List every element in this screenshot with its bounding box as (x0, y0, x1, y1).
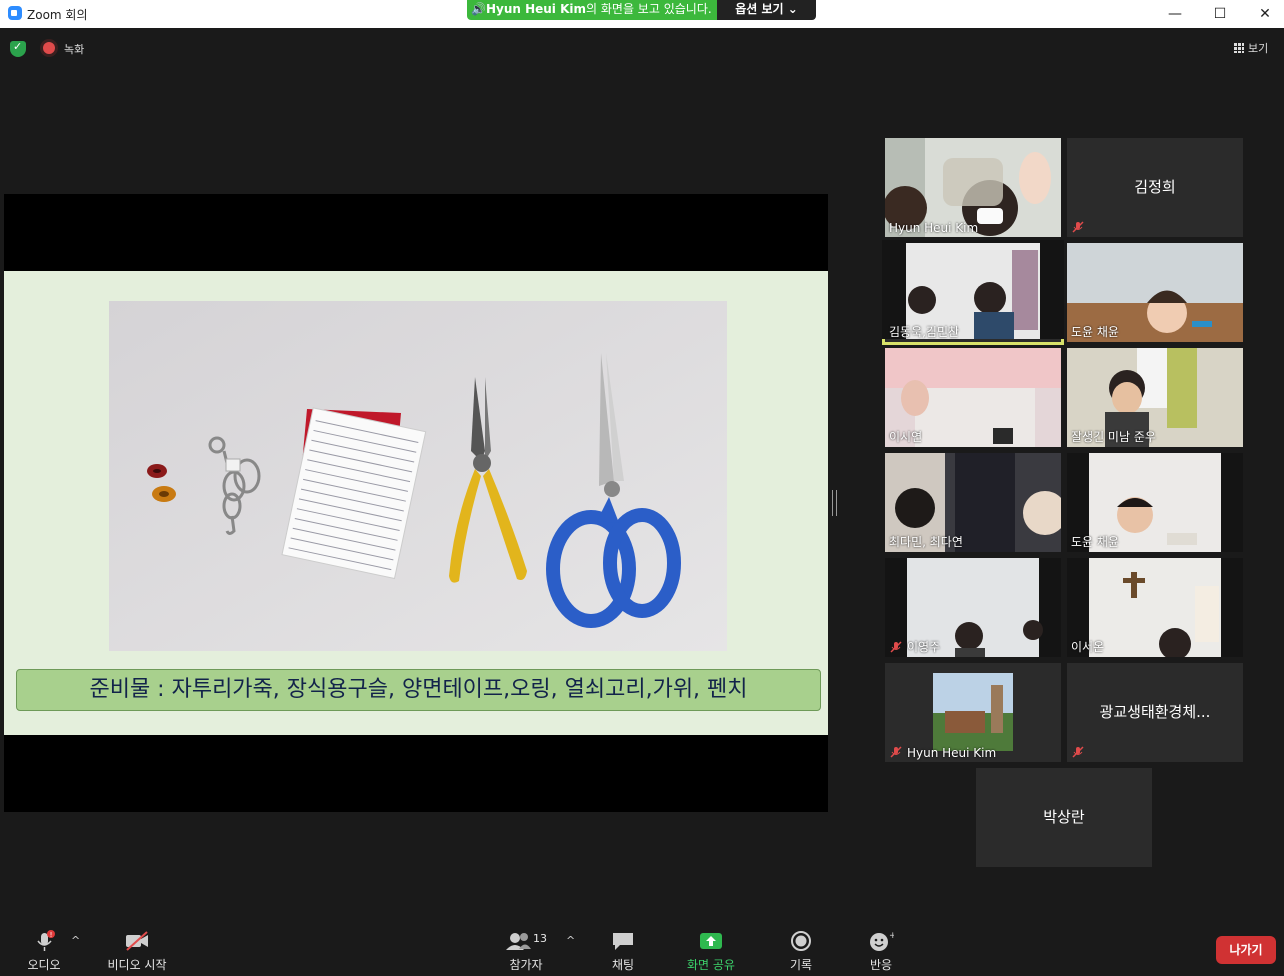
microphone-icon: ! (37, 930, 55, 951)
recording-label: 녹화 (64, 43, 85, 56)
presenter-name: Hyun Heui Kim (485, 2, 587, 16)
participant-tile[interactable]: 이영주 (885, 558, 1061, 657)
participant-tile[interactable]: 최다민, 최다연 (885, 453, 1061, 552)
leave-meeting-button[interactable]: 나가기 (1216, 936, 1276, 964)
minimize-button[interactable]: — (1152, 0, 1198, 28)
participant-name: 김정희 (1134, 178, 1176, 196)
participant-name: 도윤 채윤 (1071, 325, 1119, 339)
participant-name: Hyun Heui Kim (907, 746, 997, 760)
slide: 준비물 : 자투리가죽, 장식용구슬, 양면테이프,오링, 열쇠고리,가위, 펜… (4, 271, 828, 735)
reactions-button[interactable]: + 반응 (865, 930, 897, 973)
participant-tile[interactable]: 박상란 (976, 768, 1152, 867)
participant-name: 최다민, 최다연 (889, 535, 963, 549)
share-screen-button[interactable]: 화면 공유 (683, 930, 739, 973)
participant-tile[interactable]: 도윤 채윤 (1067, 243, 1243, 342)
meeting-toolbar: ! 오디오 ^ 비디오 시작 참가자 13 ^ 채팅 화면 공유 기록 + 반응 (0, 920, 1284, 976)
view-button[interactable]: 보기 (1234, 40, 1268, 56)
shared-screen: 준비물 : 자투리가죽, 장식용구슬, 양면테이프,오링, 열쇠고리,가위, 펜… (4, 194, 828, 812)
muted-mic-icon (890, 746, 902, 758)
participant-tile[interactable]: 도윤 채윤 (1067, 453, 1243, 552)
speaker-icon: 🔊 (471, 2, 486, 16)
audio-button[interactable]: ! 오디오 (24, 930, 64, 973)
audio-options-caret-icon[interactable]: ^ (71, 934, 80, 947)
chat-label: 채팅 (611, 958, 635, 972)
participant-tile[interactable]: 김정희 (1067, 138, 1243, 237)
grid-icon (1234, 43, 1244, 53)
chat-icon (613, 933, 633, 950)
video-off-icon (126, 931, 148, 951)
video-label: 비디오 시작 (107, 958, 167, 972)
participant-tile[interactable]: Hyun Heui Kim (885, 138, 1061, 237)
materials-caption: 준비물 : 자투리가죽, 장식용구슬, 양면테이프,오링, 열쇠고리,가위, 펜… (16, 669, 821, 711)
view-label: 보기 (1248, 42, 1269, 55)
participant-tile-active-speaker[interactable]: 김동욱,김민찬 (882, 240, 1064, 345)
maximize-button[interactable]: ☐ (1197, 0, 1243, 28)
participant-tile[interactable]: 이서온 (1067, 558, 1243, 657)
chevron-down-icon: ⌄ (787, 2, 798, 16)
materials-illustration (109, 301, 727, 651)
svg-text:!: ! (50, 931, 53, 939)
title-bar: Zoom 회의 🔊Hyun Heui Kim의 화면을 보고 있습니다. 옵션 … (0, 0, 1284, 28)
muted-mic-icon (1072, 221, 1084, 233)
participant-tile[interactable]: Hyun Heui Kim (885, 663, 1061, 762)
recording-icon (43, 42, 55, 54)
participant-name: Hyun Heui Kim (889, 221, 979, 235)
share-banner-text: 의 화면을 보고 있습니다. (586, 2, 712, 16)
participant-name: 광교생태환경체... (1099, 703, 1211, 721)
participant-name: 잘생긴 미남 준우 (1071, 430, 1156, 444)
close-button[interactable]: ✕ (1242, 0, 1284, 28)
share-label: 화면 공유 (687, 958, 735, 972)
participant-tile[interactable]: 잘생긴 미남 준우 (1067, 348, 1243, 447)
participants-options-caret-icon[interactable]: ^ (566, 934, 575, 947)
encryption-shield-icon[interactable] (10, 40, 26, 57)
participants-label: 참가자 (509, 958, 543, 972)
participant-name: 이영주 (907, 640, 941, 654)
reactions-label: 반응 (869, 958, 893, 972)
participant-name: 박상란 (1043, 808, 1085, 826)
participant-name: 도윤 채윤 (1071, 535, 1119, 549)
participant-name: 이서온 (1071, 640, 1105, 654)
muted-mic-icon (890, 641, 902, 653)
materials-photo (109, 301, 727, 651)
start-video-button[interactable]: 비디오 시작 (104, 930, 170, 973)
participant-name: 김동욱,김민찬 (889, 325, 960, 339)
screen-share-banner: 🔊Hyun Heui Kim의 화면을 보고 있습니다. (467, 0, 717, 20)
audio-label: 오디오 (27, 958, 61, 972)
window-title: Zoom 회의 (27, 8, 88, 22)
participants-count: 13 (533, 932, 547, 945)
record-button[interactable]: 기록 (785, 930, 817, 973)
view-options-button[interactable]: 옵션 보기 ⌄ (717, 0, 816, 20)
record-label: 기록 (789, 958, 813, 972)
chat-button[interactable]: 채팅 (605, 930, 641, 973)
svg-text:+: + (889, 931, 894, 941)
participant-tile[interactable]: 이시연 (885, 348, 1061, 447)
participant-name: 이시연 (889, 430, 923, 444)
share-screen-icon (700, 933, 722, 949)
reaction-emoji-icon: + (870, 931, 894, 951)
zoom-app-icon (8, 6, 22, 20)
muted-mic-icon (1072, 746, 1084, 758)
view-options-label: 옵션 보기 (735, 2, 784, 16)
resize-handle[interactable] (832, 490, 837, 516)
record-icon (791, 931, 811, 951)
participant-tile[interactable]: 광교생태환경체... (1067, 663, 1243, 762)
